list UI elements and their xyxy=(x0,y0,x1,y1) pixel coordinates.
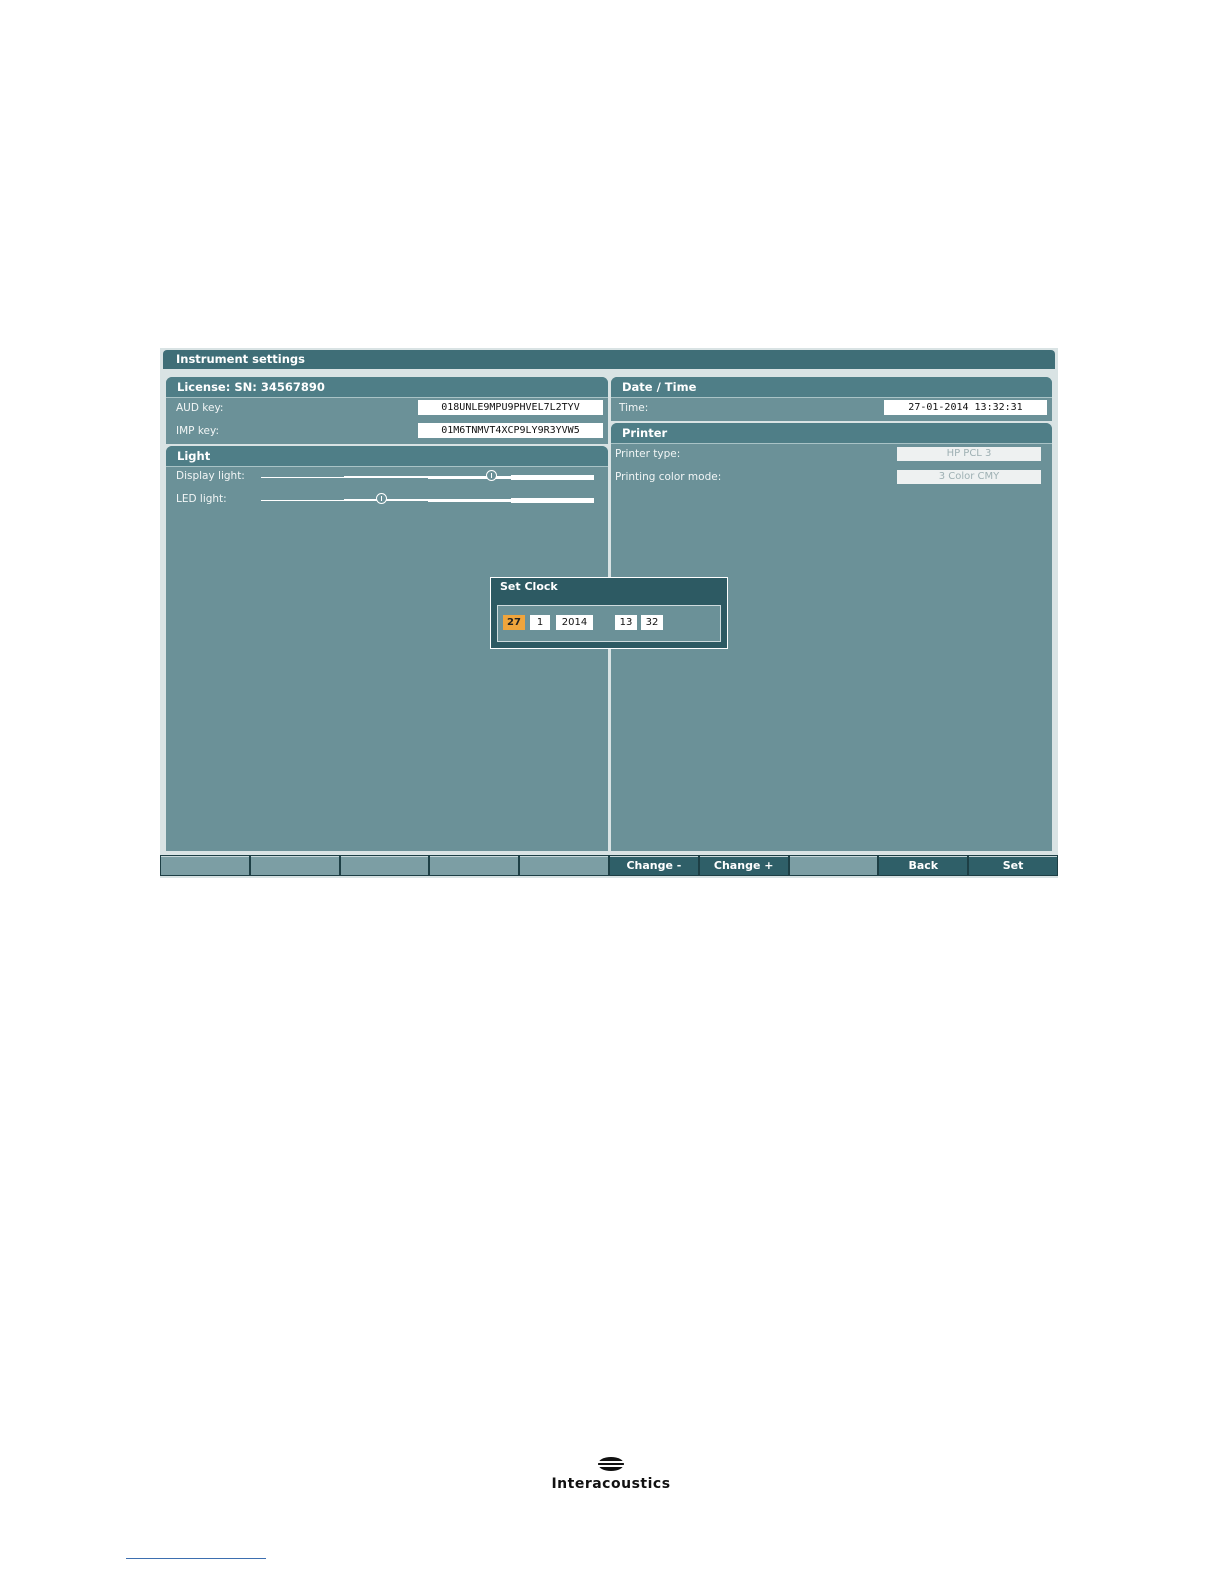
light-heading: Light xyxy=(166,446,608,467)
clock-month-field[interactable]: 1 xyxy=(530,615,550,630)
imp-key-label: IMP key: xyxy=(176,425,219,437)
instrument-settings-screen: Instrument settings License: SN: 3456789… xyxy=(160,348,1058,878)
change-plus-button[interactable]: Change + xyxy=(699,856,788,875)
logo-text: Interacoustics xyxy=(551,1476,671,1492)
change-minus-button[interactable]: Change - xyxy=(609,856,698,875)
aud-key-field[interactable]: 018UNLE9MPU9PHVEL7L2TYV xyxy=(418,400,603,415)
printing-color-mode-label: Printing color mode: xyxy=(615,471,722,483)
imp-key-field[interactable]: 01M6TNMVT4XCP9LY9R3YVW5 xyxy=(418,423,603,438)
softkey-5[interactable] xyxy=(520,856,608,875)
printer-type-field: HP PCL 3 xyxy=(897,447,1041,461)
led-light-label: LED light: xyxy=(176,493,227,505)
set-clock-title: Set Clock xyxy=(500,580,558,593)
datetime-heading: Date / Time xyxy=(611,377,1052,398)
aud-key-label: AUD key: xyxy=(176,402,224,414)
logo-mark-icon xyxy=(598,1457,624,1471)
clock-day-field[interactable]: 27 xyxy=(503,615,525,630)
printer-heading: Printer xyxy=(611,423,1052,444)
interacoustics-logo: Interacoustics xyxy=(541,1456,681,1492)
clock-hour-field[interactable]: 13 xyxy=(615,615,637,630)
printer-type-label: Printer type: xyxy=(615,448,681,460)
softkey-1[interactable] xyxy=(161,856,249,875)
led-light-slider[interactable] xyxy=(261,493,594,504)
back-button[interactable]: Back xyxy=(879,856,968,875)
softkey-3[interactable] xyxy=(340,856,429,875)
time-label: Time: xyxy=(619,402,649,414)
license-panel: License: SN: 34567890 AUD key: 018UNLE9M… xyxy=(166,377,608,444)
datetime-panel: Date / Time Time: 27-01-2014 13:32:31 xyxy=(611,377,1052,421)
slider-knob[interactable] xyxy=(375,493,387,504)
softkey-bar: Change - Change + Back Set xyxy=(160,855,1058,876)
set-button[interactable]: Set xyxy=(969,856,1057,875)
set-clock-dialog: Set Clock 27 1 2014 13 32 xyxy=(490,577,728,649)
time-field[interactable]: 27-01-2014 13:32:31 xyxy=(884,400,1047,415)
window-title: Instrument settings xyxy=(163,350,1055,369)
display-light-label: Display light: xyxy=(176,470,245,482)
slider-knob[interactable] xyxy=(485,470,497,481)
softkey-8[interactable] xyxy=(789,856,878,875)
display-light-slider[interactable] xyxy=(261,470,594,481)
clock-year-field[interactable]: 2014 xyxy=(556,615,593,630)
set-clock-body: 27 1 2014 13 32 xyxy=(497,605,721,642)
slider-track-segment xyxy=(427,499,511,502)
clock-minute-field[interactable]: 32 xyxy=(641,615,663,630)
slider-track-segment xyxy=(510,475,594,480)
slider-track-segment xyxy=(344,476,428,478)
slider-track-segment xyxy=(427,476,511,479)
slider-track-segment xyxy=(261,500,345,501)
footnote-separator xyxy=(126,1558,266,1559)
slider-track-segment xyxy=(261,477,345,478)
softkey-4[interactable] xyxy=(430,856,519,875)
softkey-2[interactable] xyxy=(250,856,339,875)
printing-color-mode-field: 3 Color CMY xyxy=(897,470,1041,484)
license-heading: License: SN: 34567890 xyxy=(166,377,608,398)
slider-track-segment xyxy=(510,498,594,503)
